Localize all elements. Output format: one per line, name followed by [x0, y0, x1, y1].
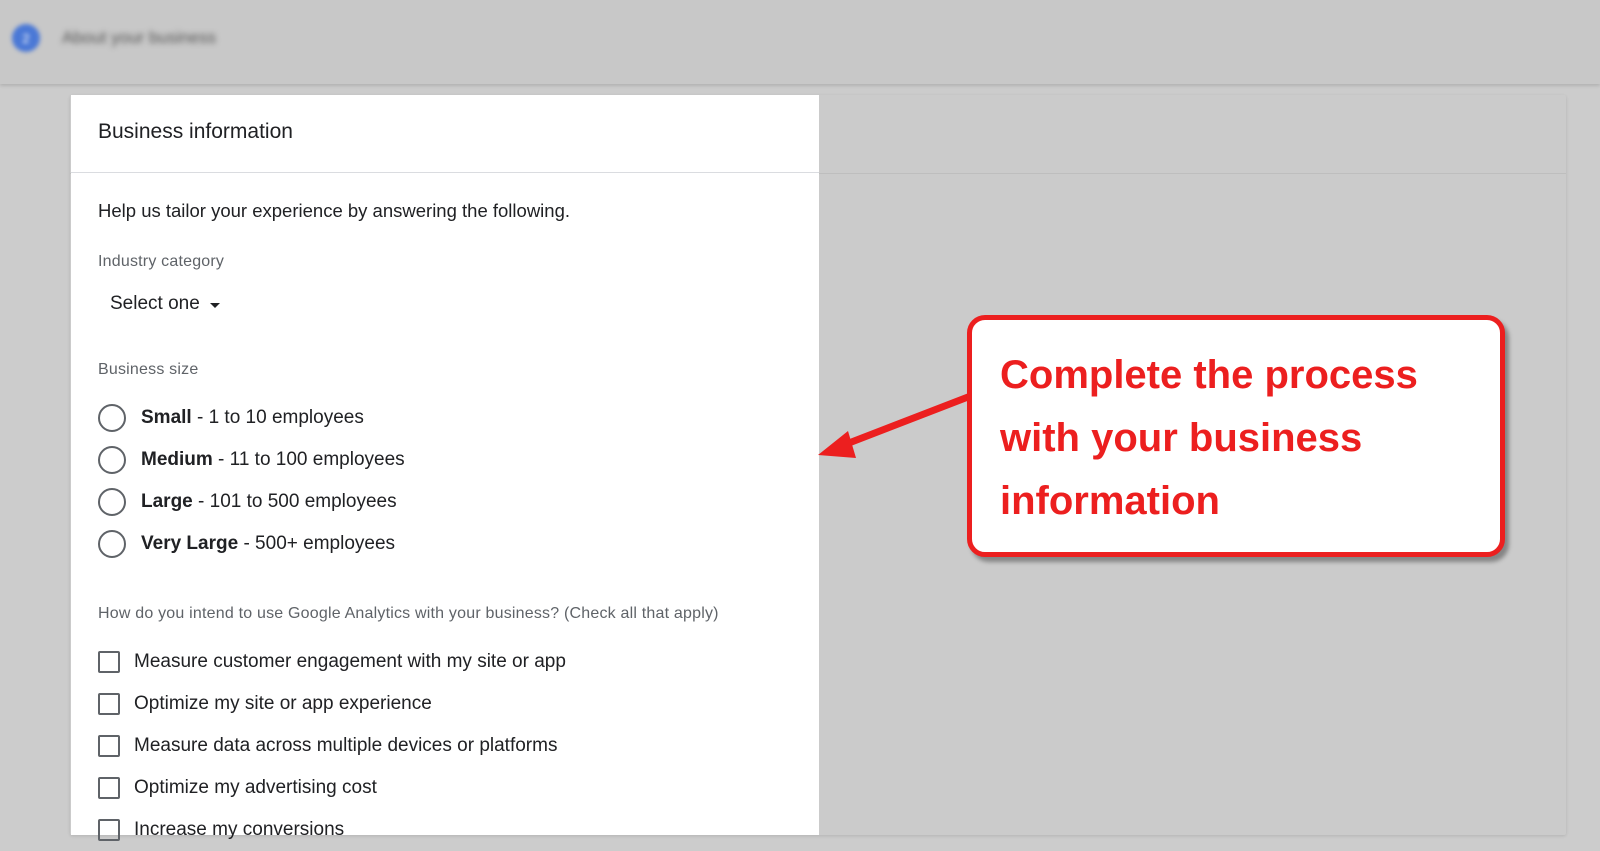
- checkbox-label: Measure customer engagement with my site…: [134, 651, 566, 672]
- intro-text: Help us tailor your experience by answer…: [98, 200, 571, 221]
- checkbox-option-cross-device[interactable]: Measure data across multiple devices or …: [98, 725, 819, 767]
- radio-option-very-large[interactable]: Very Large - 500+ employees: [98, 523, 819, 565]
- checkbox-label: Increase my conversions: [134, 819, 345, 840]
- checkbox-option-ad-cost[interactable]: Optimize my advertising cost: [98, 767, 819, 809]
- industry-category-value: Select one: [110, 293, 200, 314]
- radio-option-detail: - 11 to 100 employees: [212, 449, 405, 470]
- radio-option-medium[interactable]: Medium - 11 to 100 employees: [98, 439, 819, 481]
- callout-line: with your business: [1000, 416, 1363, 460]
- radio-option-name: Very Large: [141, 533, 239, 554]
- radio-button[interactable]: [98, 488, 126, 516]
- checkbox[interactable]: [98, 735, 120, 757]
- radio-option-name: Small: [141, 407, 192, 428]
- radio-label: Very Large - 500+ employees: [141, 533, 395, 555]
- radio-label: Large - 101 to 500 employees: [141, 491, 397, 513]
- checkbox-option-experience[interactable]: Optimize my site or app experience: [98, 683, 819, 725]
- card-body: Help us tailor your experience by answer…: [71, 200, 819, 851]
- callout-line: Complete the process: [1000, 353, 1418, 397]
- checkbox[interactable]: [98, 777, 120, 799]
- industry-category-label: Industry category: [98, 253, 225, 270]
- checkbox-label: Optimize my advertising cost: [134, 777, 377, 798]
- caret-down-icon: [209, 302, 220, 308]
- radio-option-name: Medium: [141, 449, 213, 470]
- business-size-radio-group: Small - 1 to 10 employees Medium - 11 to…: [98, 397, 819, 565]
- radio-option-detail: - 500+ employees: [238, 533, 396, 554]
- checkbox-label: Optimize my site or app experience: [134, 693, 432, 714]
- callout-line: information: [1000, 479, 1220, 523]
- checkbox[interactable]: [98, 819, 120, 841]
- radio-label: Medium - 11 to 100 employees: [141, 449, 405, 471]
- checkbox-option-engagement[interactable]: Measure customer engagement with my site…: [98, 641, 819, 683]
- checkbox-label: Measure data across multiple devices or …: [134, 735, 558, 756]
- annotation-callout: Complete the process with your business …: [967, 315, 1505, 557]
- radio-option-name: Large: [141, 491, 193, 512]
- radio-button[interactable]: [98, 404, 126, 432]
- radio-option-detail: - 1 to 10 employees: [191, 407, 364, 428]
- business-info-card: Business information Help us tailor your…: [71, 95, 819, 841]
- radio-option-detail: - 101 to 500 employees: [192, 491, 397, 512]
- radio-button[interactable]: [98, 530, 126, 558]
- checkbox[interactable]: [98, 693, 120, 715]
- business-size-label: Business size: [98, 361, 199, 378]
- checkbox-option-conversions[interactable]: Increase my conversions: [98, 809, 819, 851]
- usage-question-label: How do you intend to use Google Analytic…: [98, 605, 719, 622]
- card-title: Business information: [71, 95, 819, 173]
- stepper-header: 2 About your business: [0, 0, 1600, 84]
- usage-checkbox-group: Measure customer engagement with my site…: [98, 641, 819, 851]
- radio-option-large[interactable]: Large - 101 to 500 employees: [98, 481, 819, 523]
- step-number-badge: 2: [12, 24, 40, 52]
- radio-button[interactable]: [98, 446, 126, 474]
- checkbox[interactable]: [98, 651, 120, 673]
- step-title: About your business: [62, 28, 217, 47]
- radio-option-small[interactable]: Small - 1 to 10 employees: [98, 397, 819, 439]
- radio-label: Small - 1 to 10 employees: [141, 407, 364, 429]
- industry-category-select[interactable]: Select one: [110, 293, 220, 315]
